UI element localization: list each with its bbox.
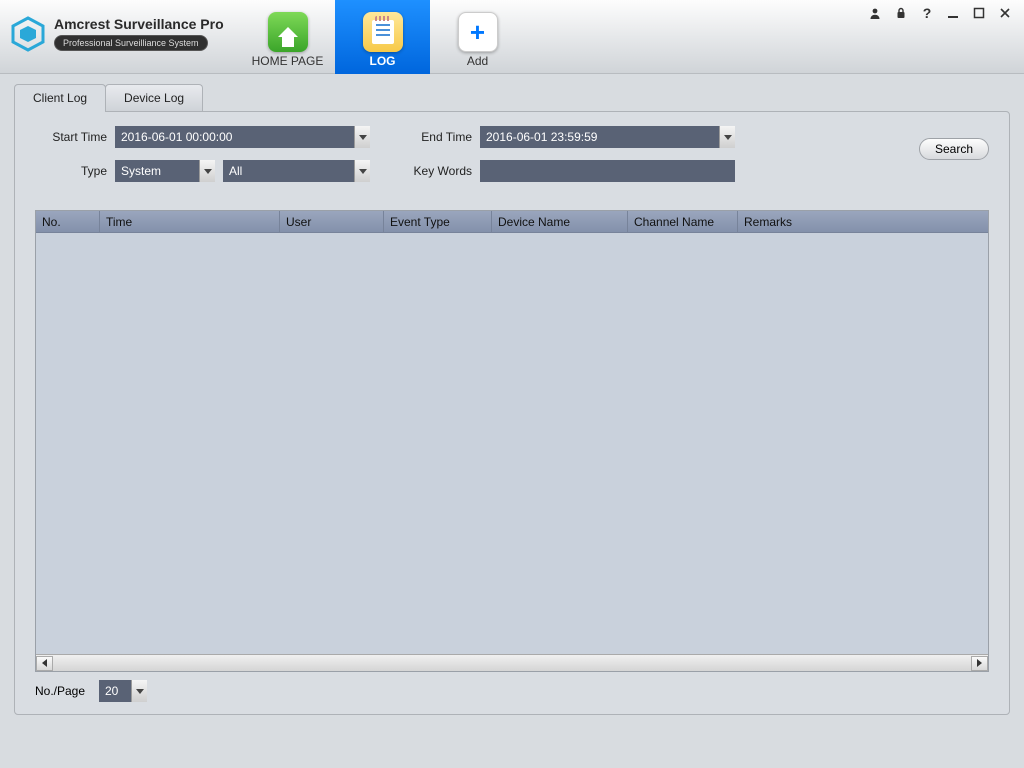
end-time-value: 2016-06-01 23:59:59	[486, 130, 597, 144]
nav-tab-home[interactable]: HOME PAGE	[240, 0, 335, 74]
scroll-right-icon[interactable]	[971, 656, 988, 671]
chevron-down-icon[interactable]	[199, 160, 215, 182]
nav-label-home: HOME PAGE	[252, 54, 324, 68]
scroll-left-icon[interactable]	[36, 656, 53, 671]
chevron-down-icon[interactable]	[131, 680, 147, 702]
search-button[interactable]: Search	[919, 138, 989, 160]
brand-title: Amcrest Surveillance Pro	[54, 16, 224, 32]
log-subtabs: Client Log Device Log	[14, 84, 1010, 111]
col-no[interactable]: No.	[36, 211, 100, 232]
help-icon[interactable]: ?	[920, 6, 934, 20]
start-time-value: 2016-06-01 00:00:00	[121, 130, 232, 144]
title-bar: Amcrest Surveillance Pro Professional Su…	[0, 0, 1024, 74]
horizontal-scrollbar[interactable]	[36, 654, 988, 671]
chevron-down-icon[interactable]	[354, 126, 370, 148]
label-type: Type	[35, 164, 115, 178]
nav-tabs: HOME PAGE LOG + Add	[240, 0, 525, 74]
subtab-device-log[interactable]: Device Log	[105, 84, 203, 111]
col-user[interactable]: User	[280, 211, 384, 232]
minimize-icon[interactable]	[946, 6, 960, 20]
brand-subtitle: Professional Surveilliance System	[54, 35, 208, 51]
table-body-empty	[36, 233, 988, 654]
col-channel[interactable]: Channel Name	[628, 211, 738, 232]
per-page-value: 20	[105, 684, 118, 698]
col-event[interactable]: Event Type	[384, 211, 492, 232]
nav-label-log: LOG	[370, 54, 396, 68]
start-time-input[interactable]: 2016-06-01 00:00:00	[115, 126, 370, 148]
label-per-page: No./Page	[35, 684, 99, 698]
home-icon	[268, 12, 308, 52]
lock-icon[interactable]	[894, 6, 908, 20]
col-time[interactable]: Time	[100, 211, 280, 232]
nav-label-add: Add	[467, 54, 488, 68]
nav-tab-add[interactable]: + Add	[430, 0, 525, 74]
end-time-input[interactable]: 2016-06-01 23:59:59	[480, 126, 735, 148]
type-value: System	[121, 164, 161, 178]
log-icon	[363, 12, 403, 52]
close-icon[interactable]	[998, 6, 1012, 20]
label-end-time: End Time	[410, 130, 480, 144]
maximize-icon[interactable]	[972, 6, 986, 20]
chevron-down-icon[interactable]	[354, 160, 370, 182]
subtype-value: All	[229, 164, 242, 178]
filter-panel: Start Time 2016-06-01 00:00:00 End Time …	[14, 111, 1010, 715]
table-header: No. Time User Event Type Device Name Cha…	[36, 211, 988, 233]
col-device[interactable]: Device Name	[492, 211, 628, 232]
add-icon: +	[458, 12, 498, 52]
brand-logo-icon	[10, 16, 46, 52]
user-icon[interactable]	[868, 6, 882, 20]
per-page-select[interactable]: 20	[99, 680, 147, 702]
window-controls: ?	[868, 6, 1012, 20]
type-select[interactable]: System	[115, 160, 215, 182]
brand-block: Amcrest Surveillance Pro Professional Su…	[10, 12, 224, 52]
log-table: No. Time User Event Type Device Name Cha…	[35, 210, 989, 672]
subtab-client-log[interactable]: Client Log	[14, 84, 106, 111]
label-start-time: Start Time	[35, 130, 115, 144]
col-remarks[interactable]: Remarks	[738, 211, 988, 232]
chevron-down-icon[interactable]	[719, 126, 735, 148]
subtype-select[interactable]: All	[223, 160, 370, 182]
label-keywords: Key Words	[410, 164, 480, 178]
keywords-input[interactable]	[480, 160, 735, 182]
nav-tab-log[interactable]: LOG	[335, 0, 430, 74]
content-area: Client Log Device Log Start Time 2016-06…	[0, 74, 1024, 715]
pager: No./Page 20	[35, 680, 989, 702]
